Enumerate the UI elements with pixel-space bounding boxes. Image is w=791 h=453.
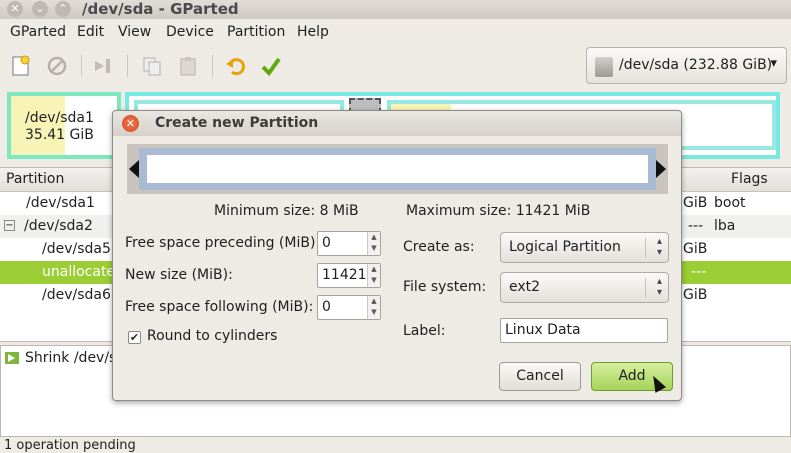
row-partition-name: /dev/sda2	[24, 218, 93, 234]
file-system-select[interactable]: ext2 ▴ ▾	[500, 272, 669, 303]
file-system-label: File system:	[403, 279, 487, 295]
create-as-select[interactable]: Logical Partition ▴ ▾	[500, 232, 669, 263]
new-size-spinner[interactable]: 11421 ▲ ▼	[317, 263, 381, 288]
row-partition-name: /dev/sda1	[26, 195, 95, 211]
menu-edit[interactable]: Edit	[77, 24, 104, 40]
disk-icon	[595, 57, 613, 77]
delete-icon[interactable]	[44, 53, 70, 79]
row-size: ---	[691, 264, 707, 280]
max-size-label: Maximum size: 11421 MiB	[406, 203, 591, 219]
maximize-window-icon[interactable]: ⌃	[55, 1, 71, 17]
file-system-value: ext2	[509, 279, 541, 295]
spinner-arrows-icon[interactable]: ▲ ▼	[367, 296, 380, 319]
header-partition[interactable]: Partition	[6, 171, 64, 187]
status-bar: 1 operation pending	[0, 437, 791, 453]
free-space-following-label: Free space following (MiB):	[125, 299, 314, 315]
graph-sda1-name: /dev/sda1	[25, 110, 94, 126]
apply-icon[interactable]	[258, 53, 284, 79]
spinner-arrows-icon[interactable]: ▲ ▼	[367, 264, 380, 287]
menu-device[interactable]: Device	[166, 24, 214, 40]
free-space-preceding-label: Free space preceding (MiB):	[125, 235, 321, 251]
row-partition-name: /dev/sda6	[42, 287, 111, 303]
round-to-cylinders-checkbox[interactable]: ✔	[128, 331, 141, 344]
label-field-label: Label:	[403, 323, 446, 339]
spinner-arrows-icon[interactable]: ▲ ▼	[367, 232, 380, 255]
menu-gparted[interactable]: GParted	[10, 24, 66, 40]
round-to-cylinders-label[interactable]: Round to cylinders	[147, 328, 277, 344]
row-size: GiB	[683, 195, 708, 211]
close-window-icon[interactable]: ✕	[7, 1, 23, 17]
partition-label-value: Linux Data	[505, 322, 581, 338]
collapse-icon[interactable]: −	[4, 220, 15, 231]
create-partition-dialog: ✕ Create new Partition Minimum size: 8 M…	[112, 110, 682, 401]
window-title: /dev/sda - GParted	[82, 0, 239, 18]
resize-move-icon[interactable]	[90, 53, 116, 79]
paste-icon[interactable]	[175, 53, 201, 79]
chevron-down-icon: ▾	[770, 56, 777, 71]
dialog-title: Create new Partition	[155, 115, 319, 131]
row-flags: lba	[714, 218, 736, 234]
partition-resizer[interactable]	[127, 144, 668, 194]
right-handle-arrow-icon[interactable]	[656, 160, 666, 178]
row-size: GiB	[683, 241, 708, 257]
status-text: 1 operation pending	[4, 438, 136, 453]
row-partition-name: /dev/sda5	[42, 241, 111, 257]
header-flags[interactable]: Flags	[731, 171, 768, 187]
graph-partition-sda1[interactable]: /dev/sda1 35.41 GiB	[7, 92, 121, 159]
min-size-label: Minimum size: 8 MiB	[214, 203, 359, 219]
free-space-preceding-spinner[interactable]: 0 ▲ ▼	[317, 231, 381, 256]
cancel-button[interactable]: Cancel	[499, 362, 581, 391]
create-as-label: Create as:	[403, 239, 475, 255]
free-space-following-spinner[interactable]: 0 ▲ ▼	[317, 295, 381, 320]
row-size: ---	[688, 218, 704, 234]
menu-partition[interactable]: Partition	[227, 24, 285, 40]
free-space-preceding-value: 0	[322, 235, 331, 251]
dialog-title-bar: ✕ Create new Partition	[113, 111, 681, 136]
menu-bar: GParted Edit View Device Partition Help	[0, 20, 791, 45]
title-bar: ✕ ⌄ ⌃ /dev/sda - GParted	[0, 0, 791, 19]
operation-entry[interactable]: Shrink /dev/s	[25, 350, 116, 366]
minimize-window-icon[interactable]: ⌄	[32, 1, 48, 17]
up-down-arrows-icon: ▴ ▾	[656, 236, 662, 258]
resizer-partition-area[interactable]	[147, 155, 648, 183]
graph-sda1-size: 35.41 GiB	[25, 127, 94, 143]
menu-help[interactable]: Help	[297, 24, 329, 40]
row-flags: boot	[714, 195, 746, 211]
new-size-value: 11421	[322, 267, 367, 283]
copy-icon[interactable]	[139, 53, 165, 79]
row-size: GiB	[683, 287, 708, 303]
free-space-following-value: 0	[322, 299, 331, 315]
close-icon[interactable]: ✕	[122, 115, 139, 132]
new-icon[interactable]	[8, 53, 34, 79]
shrink-operation-icon	[5, 352, 19, 368]
menu-view[interactable]: View	[118, 24, 151, 40]
device-selector[interactable]: /dev/sda (232.88 GiB) ▾	[586, 47, 787, 84]
undo-icon[interactable]	[222, 53, 248, 79]
up-down-arrows-icon: ▴ ▾	[656, 276, 662, 298]
create-as-value: Logical Partition	[509, 239, 621, 255]
device-selector-value: /dev/sda (232.88 GiB)	[619, 57, 773, 73]
new-size-label: New size (MiB):	[125, 267, 233, 283]
left-handle-arrow-icon[interactable]	[129, 160, 139, 178]
partition-label-input[interactable]: Linux Data	[500, 318, 668, 343]
